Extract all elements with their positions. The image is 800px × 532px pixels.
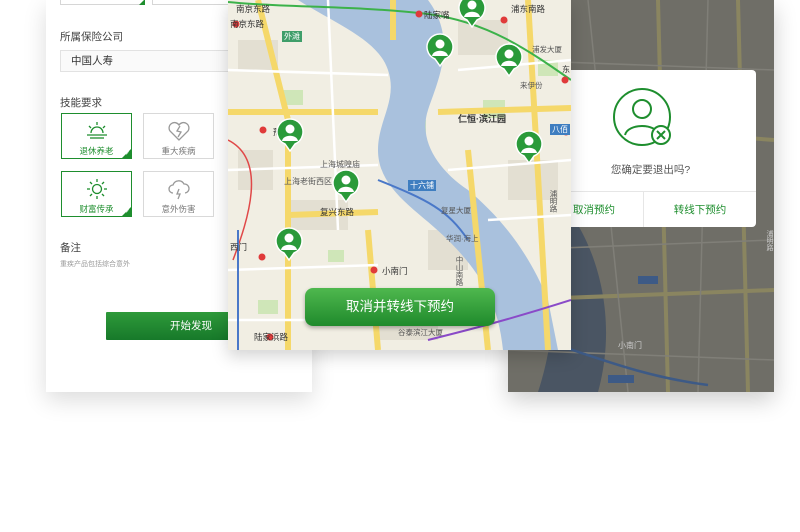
sun-icon: [62, 178, 131, 200]
customer-pin[interactable]: [425, 33, 455, 68]
input-field-stub[interactable]: [60, 0, 145, 5]
sunrise-icon: [62, 120, 131, 142]
person-marker-icon: [458, 0, 486, 29]
note-label: 备注: [60, 242, 81, 254]
customer-pin[interactable]: [331, 169, 361, 204]
map-label: 南京东路: [236, 4, 271, 14]
map-label: 华润·海上: [446, 234, 479, 243]
broken-heart-icon: [144, 120, 213, 142]
map-label: 复兴东路: [320, 207, 355, 217]
map-label: 谷泰滨江大厦: [398, 328, 443, 337]
insurance-company-label: 所属保险公司: [60, 31, 123, 43]
map-label: 十六铺: [408, 180, 436, 191]
map-label: 仁恒·滨江园: [458, 114, 506, 124]
map-label: 中山南路: [455, 256, 464, 286]
storm-cloud-icon: [144, 178, 213, 200]
customer-pin[interactable]: [457, 0, 487, 29]
map-label: 西门: [230, 242, 248, 252]
map-label: 陆家嘴: [424, 10, 450, 20]
map-label: 浦明路: [766, 230, 773, 251]
map-label: 浦东南路: [511, 4, 546, 14]
check-icon: ✓: [124, 151, 130, 157]
person-marker-icon: [515, 130, 543, 165]
input-field-stub[interactable]: [152, 0, 237, 5]
dialog-message: 您确定要退出吗?: [610, 164, 691, 176]
check-icon: ✓: [124, 209, 130, 215]
customer-pin[interactable]: [494, 43, 524, 78]
map-label: 复星大厦: [441, 206, 471, 215]
person-marker-icon: [276, 118, 304, 153]
map-screen: 南京东路 南京东路 陆家嘴 浦东南路 外滩 来伊份 浦发大厦 东 豫园 上海城隍…: [228, 0, 571, 350]
skill-label: 意外伤害: [161, 204, 196, 214]
map-label: 小南门: [618, 341, 642, 350]
dialog-button-row: 取消预约 转线下预约: [545, 191, 756, 227]
map-label: 八佰: [550, 124, 570, 135]
map-label: 外滩: [282, 31, 302, 42]
person-marker-icon: [426, 33, 454, 68]
person-marker-icon: [332, 169, 360, 204]
skills-label: 技能要求: [60, 97, 102, 109]
map-label: 浦明路: [549, 190, 558, 213]
map-label: 浦发大厦: [532, 45, 562, 54]
map-label: 东: [562, 65, 570, 74]
map-label: 来伊份: [520, 81, 543, 90]
person-marker-icon: [495, 43, 523, 78]
offline-reservation-button[interactable]: 转线下预约: [644, 192, 756, 227]
cancel-and-transfer-button[interactable]: 取消并转线下预约: [305, 288, 495, 326]
exit-confirm-dialog: 您确定要退出吗? 取消预约 转线下预约: [545, 70, 756, 227]
skill-critical-illness[interactable]: 重大疾病: [143, 113, 214, 159]
user-remove-icon: [612, 87, 676, 156]
skill-retirement[interactable]: 退休养老 ✓: [61, 113, 132, 159]
map-label: 小南门: [382, 266, 408, 276]
map-label: 南京东路: [230, 19, 265, 29]
skill-accident[interactable]: 意外伤害: [143, 171, 214, 217]
customer-pin[interactable]: [275, 118, 305, 153]
skill-label: 重大疾病: [161, 146, 196, 156]
customer-pin[interactable]: [274, 227, 304, 262]
person-marker-icon: [275, 227, 303, 262]
note-text[interactable]: 重疾产品包括综合意外: [60, 259, 130, 269]
customer-pin[interactable]: [514, 130, 544, 165]
map-label: 陆家浜路: [254, 332, 289, 342]
map-label: 上海老街西区: [284, 177, 332, 186]
skill-wealth-inheritance[interactable]: 财富传承 ✓: [61, 171, 132, 217]
